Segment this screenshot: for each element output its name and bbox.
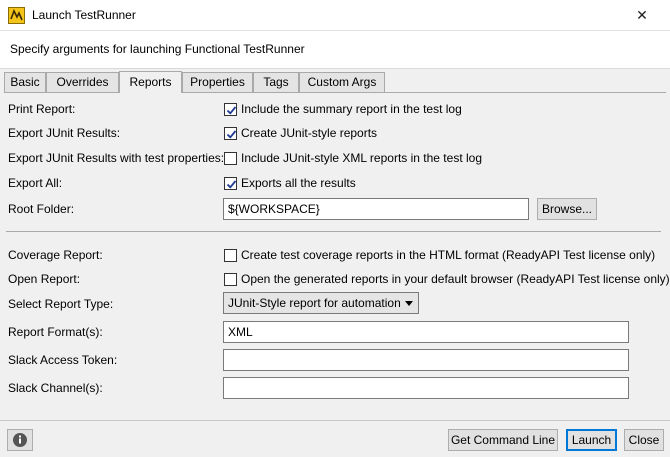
export-all-checkbox-label: Exports all the results: [241, 176, 356, 190]
export-all-checkbox-row[interactable]: Exports all the results: [224, 176, 364, 192]
close-button[interactable]: Close: [624, 429, 664, 451]
report-formats-input[interactable]: XML: [223, 321, 629, 343]
export-junit-props-label: Export JUnit Results with test propertie…: [8, 151, 225, 165]
tab-reports[interactable]: Reports: [119, 71, 182, 93]
chevron-down-icon: [405, 301, 413, 306]
print-report-label: Print Report:: [8, 102, 76, 116]
tab-properties[interactable]: Properties: [182, 72, 253, 92]
export-all-label: Export All:: [8, 176, 63, 190]
export-junit-props-checkbox[interactable]: [224, 152, 237, 165]
browse-button[interactable]: Browse...: [537, 198, 597, 220]
slack-channels-label: Slack Channel(s):: [8, 381, 103, 395]
title-bar: Launch TestRunner ✕: [0, 0, 670, 31]
print-report-checkbox[interactable]: [224, 103, 237, 116]
print-report-checkbox-label: Include the summary report in the test l…: [241, 102, 462, 116]
testrunner-app-icon: [8, 7, 25, 24]
export-junit-checkbox-label: Create JUnit-style reports: [241, 126, 378, 140]
launch-button[interactable]: Launch: [566, 429, 617, 451]
get-command-line-button[interactable]: Get Command Line: [448, 429, 558, 451]
dialog-footer: Get Command Line Launch Close: [0, 420, 670, 457]
info-button[interactable]: [7, 429, 33, 451]
info-icon: [13, 433, 27, 447]
tab-custom-args[interactable]: Custom Args: [299, 72, 385, 92]
tab-tags[interactable]: Tags: [253, 72, 299, 92]
open-report-checkbox[interactable]: [224, 273, 237, 286]
slack-token-input[interactable]: [223, 349, 629, 371]
root-folder-label: Root Folder:: [8, 202, 75, 216]
coverage-report-checkbox-row[interactable]: Create test coverage reports in the HTML…: [224, 248, 655, 264]
slack-channels-input[interactable]: [223, 377, 629, 399]
export-junit-label: Export JUnit Results:: [8, 126, 121, 140]
open-report-checkbox-row[interactable]: Open the generated reports in your defau…: [224, 272, 670, 288]
print-report-checkbox-row[interactable]: Include the summary report in the test l…: [224, 102, 474, 118]
root-folder-input[interactable]: ${WORKSPACE}: [223, 198, 529, 220]
export-junit-props-checkbox-row[interactable]: Include JUnit-style XML reports in the t…: [224, 151, 484, 167]
export-all-checkbox[interactable]: [224, 177, 237, 190]
export-junit-checkbox[interactable]: [224, 127, 237, 140]
dialog-header: Specify arguments for launching Function…: [0, 31, 670, 69]
open-report-label: Open Report:: [8, 272, 81, 286]
export-junit-checkbox-row[interactable]: Create JUnit-style reports: [224, 126, 384, 142]
coverage-report-checkbox-label: Create test coverage reports in the HTML…: [241, 248, 656, 262]
tab-basic[interactable]: Basic: [4, 72, 46, 92]
report-type-select[interactable]: JUnit-Style report for automation: [223, 292, 419, 314]
export-junit-props-checkbox-label: Include JUnit-style XML reports in the t…: [241, 151, 482, 165]
checkmark-icon: [226, 180, 237, 189]
header-description: Specify arguments for launching Function…: [10, 42, 305, 56]
tab-overrides[interactable]: Overrides: [46, 72, 119, 92]
checkmark-icon: [226, 130, 237, 139]
open-report-checkbox-label: Open the generated reports in your defau…: [241, 272, 670, 286]
report-type-label: Select Report Type:: [8, 297, 114, 311]
section-separator: [6, 231, 661, 232]
report-type-selected-value: JUnit-Style report for automation: [228, 296, 401, 310]
coverage-report-label: Coverage Report:: [8, 248, 103, 262]
slack-token-label: Slack Access Token:: [8, 353, 118, 367]
window-title: Launch TestRunner: [32, 8, 136, 22]
report-formats-label: Report Format(s):: [8, 325, 103, 339]
close-icon[interactable]: ✕: [628, 4, 656, 26]
checkmark-icon: [226, 106, 237, 115]
coverage-report-checkbox[interactable]: [224, 249, 237, 262]
